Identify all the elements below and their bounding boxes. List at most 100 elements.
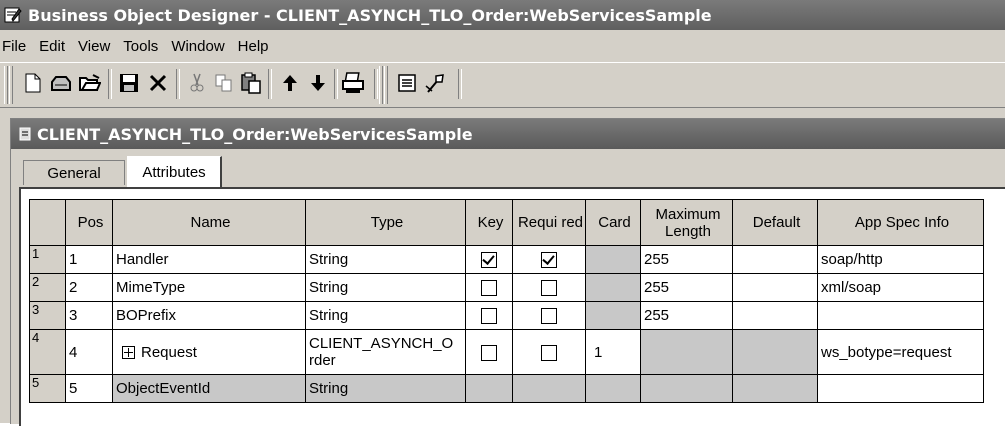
menu-file[interactable]: File [0, 38, 33, 55]
default-cell[interactable] [732, 374, 818, 403]
table-row[interactable]: 1 1 Handler String 255 soap/http [29, 245, 984, 274]
pos-cell[interactable]: 4 [65, 329, 113, 375]
appspec-cell[interactable] [817, 374, 984, 403]
new-document-icon[interactable] [20, 69, 46, 97]
key-cell[interactable] [465, 374, 513, 403]
tab-attributes[interactable]: Attributes [127, 156, 222, 187]
tab-general-label: General [47, 164, 101, 182]
name-cell[interactable]: Handler [112, 245, 306, 274]
print-icon[interactable] [340, 69, 366, 97]
table-row[interactable]: 5 5 ObjectEventId String [29, 374, 984, 403]
key-checkbox[interactable] [481, 280, 497, 297]
name-cell[interactable]: BOPrefix [112, 301, 306, 330]
pos-cell[interactable]: 5 [65, 374, 113, 403]
expand-icon[interactable] [122, 346, 135, 360]
required-checkbox[interactable] [541, 344, 557, 361]
tab-general[interactable]: General [23, 160, 125, 185]
table-row[interactable]: 2 2 MimeType String 255 xml/soap [29, 273, 984, 302]
required-checkbox[interactable] [541, 252, 557, 269]
required-cell [512, 329, 586, 375]
column-header-app-spec-info[interactable]: App Spec Info [817, 199, 984, 246]
menu-window[interactable]: Window [165, 38, 231, 55]
table-header-row: Pos Name Type Key Requi red Card Maximum… [29, 199, 984, 246]
inner-title-bar: CLIENT_ASYNCH_TLO_Order:WebServicesSampl… [11, 119, 1005, 149]
default-cell[interactable] [732, 301, 818, 330]
maxlen-cell[interactable] [640, 329, 733, 375]
open-icon[interactable] [48, 69, 74, 97]
default-cell[interactable] [732, 329, 818, 375]
card-cell[interactable] [585, 273, 641, 302]
move-down-icon[interactable] [305, 69, 331, 97]
maxlen-cell[interactable]: 255 [640, 301, 733, 330]
row-header[interactable]: 4 [29, 329, 66, 375]
type-cell[interactable]: CLIENT_ASYNCH_O rder [305, 329, 466, 375]
card-cell[interactable] [585, 301, 641, 330]
column-header-maximum-length[interactable]: Maximum Length [640, 199, 733, 246]
menu-tools[interactable]: Tools [117, 38, 165, 55]
cut-icon[interactable] [184, 69, 210, 97]
column-header-default[interactable]: Default [732, 199, 818, 246]
column-header-card[interactable]: Card [585, 199, 641, 246]
menu-edit[interactable]: Edit [33, 38, 72, 55]
name-cell[interactable]: ObjectEventId [112, 374, 306, 403]
card-cell[interactable]: 1 [585, 329, 641, 375]
menu-view[interactable]: View [72, 38, 117, 55]
appspec-cell[interactable]: xml/soap [817, 273, 984, 302]
table-row[interactable]: 3 3 BOPrefix String 255 [29, 301, 984, 330]
name-cell[interactable]: MimeType [112, 273, 306, 302]
appspec-cell[interactable] [817, 301, 984, 330]
type-cell[interactable]: String [305, 245, 466, 274]
delete-icon[interactable] [145, 69, 171, 97]
toolbar-separator [176, 69, 180, 99]
toolbar [0, 62, 1005, 108]
type-cell[interactable]: String [305, 374, 466, 403]
toolbar-grip[interactable] [4, 66, 8, 104]
column-header-type[interactable]: Type [305, 199, 466, 246]
pos-cell[interactable]: 2 [65, 273, 113, 302]
card-cell[interactable] [585, 374, 641, 403]
table-row[interactable]: 4 4 Request CLIENT_ASYNCH_O rder 1 ws_bo… [29, 329, 984, 375]
column-header-key[interactable]: Key [465, 199, 513, 246]
corner-header-cell[interactable] [29, 199, 66, 246]
copy-icon[interactable] [211, 69, 237, 97]
name-text: Request [141, 343, 197, 361]
type-cell[interactable]: String [305, 273, 466, 302]
toolbar-grip[interactable] [379, 66, 383, 104]
required-cell[interactable] [512, 374, 586, 403]
save-icon[interactable] [116, 69, 142, 97]
properties-icon[interactable] [394, 69, 420, 97]
key-checkbox[interactable] [481, 344, 497, 361]
pos-cell[interactable]: 3 [65, 301, 113, 330]
default-cell[interactable] [732, 245, 818, 274]
required-cell [512, 273, 586, 302]
key-checkbox[interactable] [481, 308, 497, 325]
required-checkbox[interactable] [541, 308, 557, 325]
type-cell[interactable]: String [305, 301, 466, 330]
menu-help[interactable]: Help [232, 38, 276, 55]
row-header[interactable]: 1 [29, 245, 66, 274]
column-header-required[interactable]: Requi red [512, 199, 586, 246]
column-header-pos[interactable]: Pos [65, 199, 113, 246]
row-header[interactable]: 2 [29, 273, 66, 302]
toolbar-grip[interactable] [9, 66, 13, 104]
pos-cell[interactable]: 1 [65, 245, 113, 274]
key-checkbox[interactable] [481, 252, 497, 269]
appspec-cell[interactable]: ws_botype=request [817, 329, 984, 375]
column-header-name[interactable]: Name [112, 199, 306, 246]
validate-icon[interactable] [422, 69, 448, 97]
required-cell [512, 245, 586, 274]
toolbar-grip[interactable] [384, 66, 388, 104]
open-folder-icon[interactable] [77, 69, 103, 97]
move-up-icon[interactable] [277, 69, 303, 97]
maxlen-cell[interactable]: 255 [640, 245, 733, 274]
maxlen-cell[interactable] [640, 374, 733, 403]
row-header[interactable]: 5 [29, 374, 66, 403]
row-header[interactable]: 3 [29, 301, 66, 330]
card-cell[interactable] [585, 245, 641, 274]
appspec-cell[interactable]: soap/http [817, 245, 984, 274]
paste-icon[interactable] [238, 69, 264, 97]
required-checkbox[interactable] [541, 280, 557, 297]
maxlen-cell[interactable]: 255 [640, 273, 733, 302]
name-cell[interactable]: Request [112, 329, 306, 375]
default-cell[interactable] [732, 273, 818, 302]
